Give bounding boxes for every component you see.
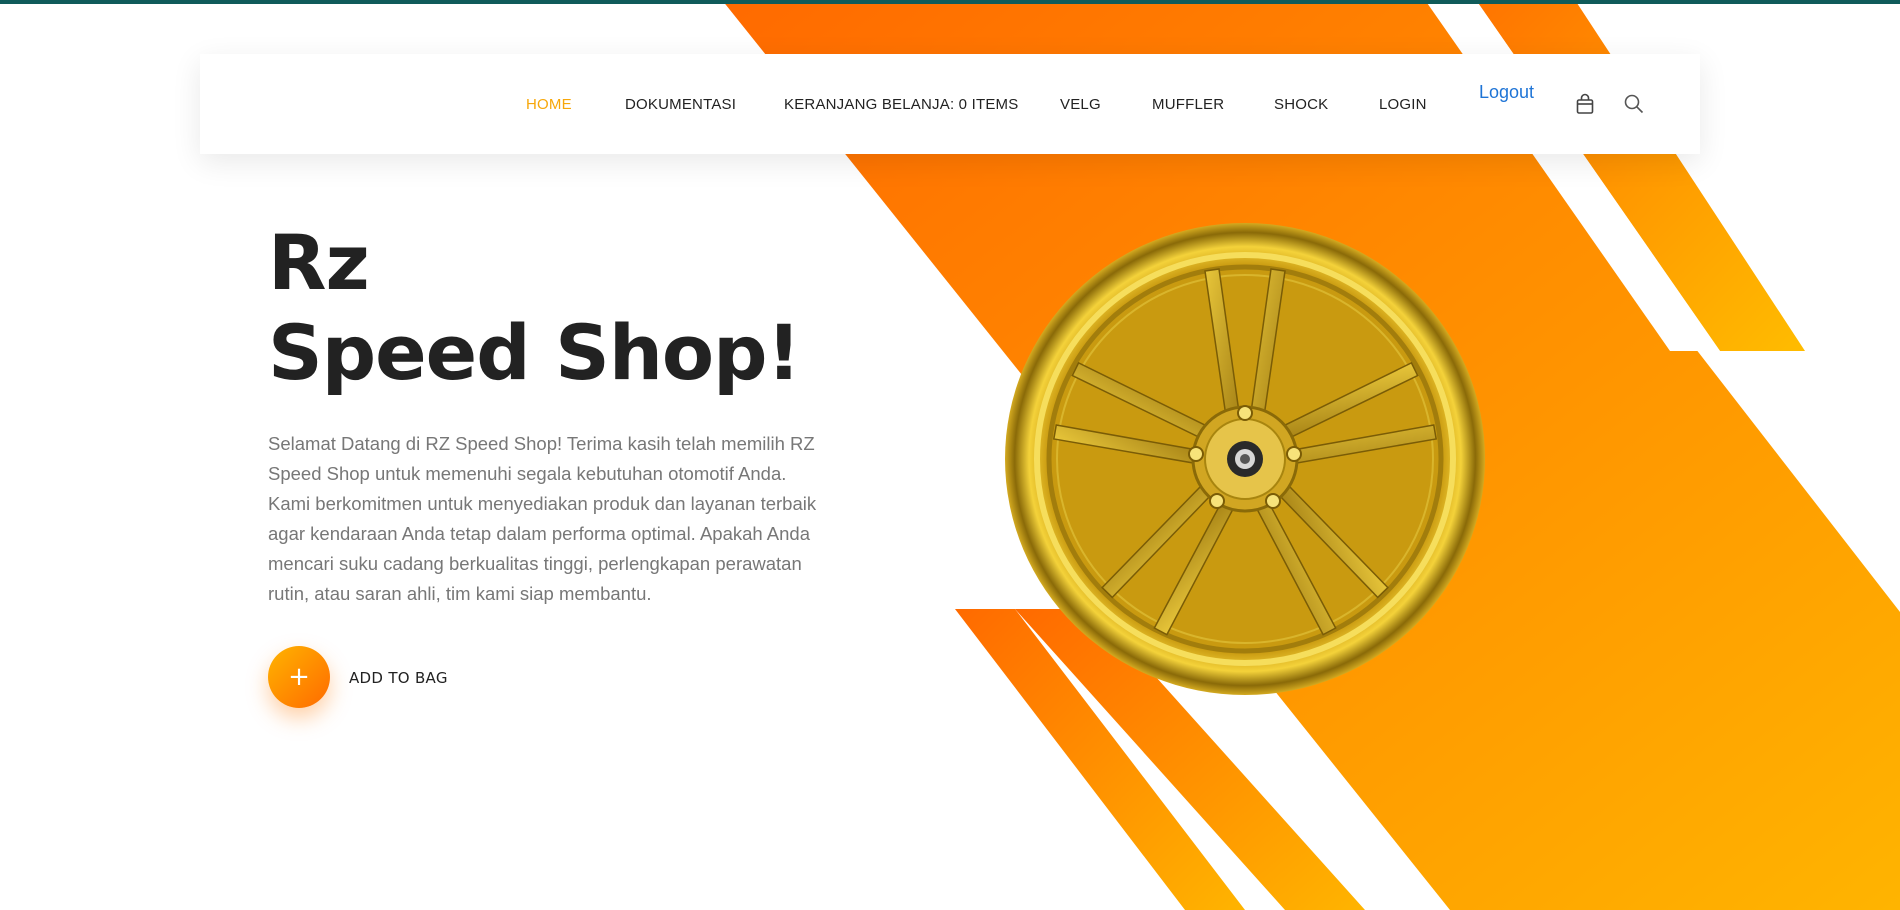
hero-title-line-2: Speed Shop! — [268, 308, 801, 397]
main-navbar: HOME DOKUMENTASI KERANJANG BELANJA: 0 IT… — [200, 54, 1700, 154]
hero-title-line-1: Rz — [268, 218, 370, 307]
hero-description: Selamat Datang di RZ Speed Shop! Terima … — [268, 433, 817, 604]
hero-title: Rz Speed Shop! — [268, 218, 801, 398]
add-to-bag-label[interactable]: ADD TO BAG — [349, 669, 448, 687]
nav-dokumentasi[interactable]: DOKUMENTASI — [625, 96, 736, 113]
nav-muffler[interactable]: MUFFLER — [1152, 96, 1224, 113]
nav-velg[interactable]: VELG — [1060, 96, 1101, 113]
gold-wheel-image — [1005, 223, 1485, 695]
nav-keranjang-belanja[interactable]: KERANJANG BELANJA: 0 ITEMS — [784, 96, 1018, 113]
logout-link[interactable]: Logout — [1479, 82, 1534, 103]
nav-shock[interactable]: SHOCK — [1274, 96, 1328, 113]
top-accent-strip — [0, 0, 1900, 4]
shopping-bag-icon[interactable] — [1573, 92, 1597, 116]
nav-home[interactable]: HOME — [526, 96, 572, 113]
search-icon[interactable] — [1622, 92, 1646, 116]
add-to-bag-button[interactable]: + — [268, 646, 330, 708]
nav-login[interactable]: LOGIN — [1379, 96, 1427, 113]
